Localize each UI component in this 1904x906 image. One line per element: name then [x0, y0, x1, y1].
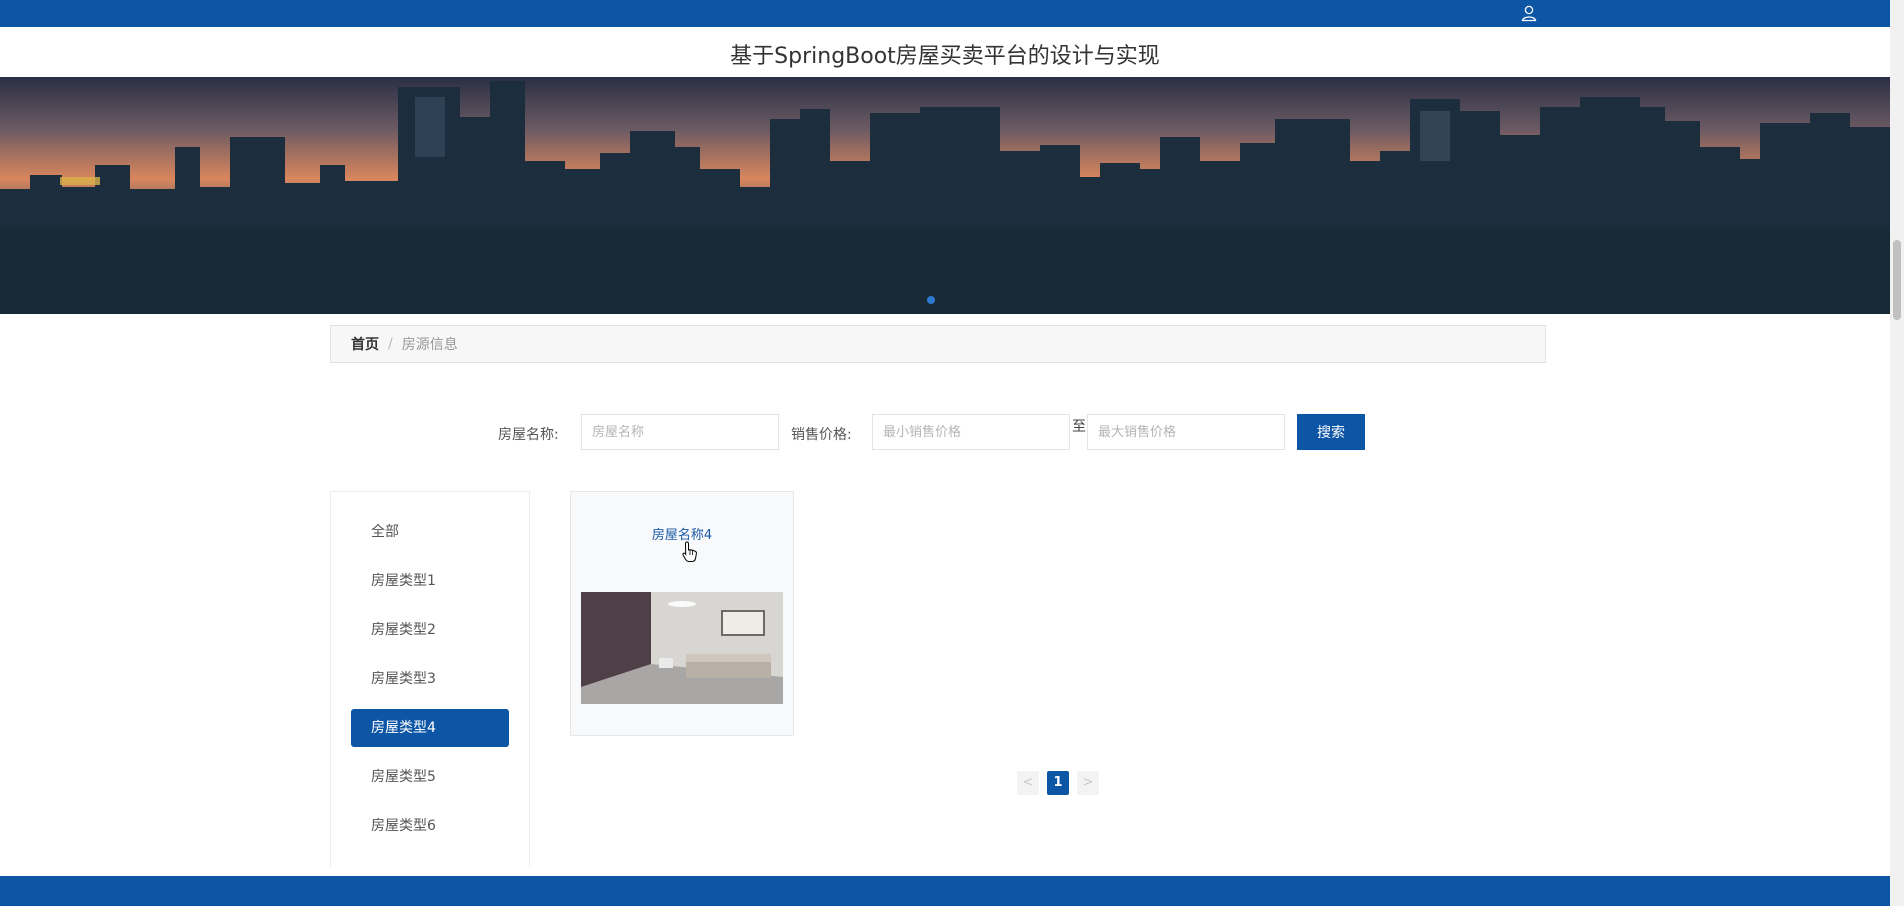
house-name-label: 房屋名称: — [498, 427, 559, 443]
price-range-to: 至 — [1072, 419, 1086, 435]
house-name-input[interactable] — [581, 414, 779, 450]
pagination-page-1[interactable]: 1 — [1047, 771, 1069, 795]
search-button[interactable]: 搜索 — [1297, 414, 1365, 450]
page-scrollbar[interactable] — [1890, 0, 1904, 906]
footer-bar — [0, 876, 1890, 906]
category-item-type2[interactable]: 房屋类型2 — [351, 611, 509, 649]
top-bar — [0, 0, 1890, 27]
listing-card[interactable]: 房屋名称4 — [570, 491, 794, 736]
site-title: 基于SpringBoot房屋买卖平台的设计与实现 — [730, 44, 1160, 69]
scrollbar-thumb[interactable] — [1893, 240, 1901, 320]
category-item-all[interactable]: 全部 — [351, 513, 509, 551]
search-bar: 房屋名称: 销售价格: 至 搜索 — [0, 414, 1890, 450]
category-item-type3[interactable]: 房屋类型3 — [351, 660, 509, 698]
hand-cursor-icon — [682, 541, 698, 567]
banner-carousel[interactable] — [0, 77, 1890, 314]
breadcrumb-separator: / — [388, 336, 393, 352]
category-item-type5[interactable]: 房屋类型5 — [351, 758, 509, 796]
category-item-type6[interactable]: 房屋类型6 — [351, 807, 509, 845]
site-header: 基于SpringBoot房屋买卖平台的设计与实现 — [0, 27, 1890, 77]
breadcrumb-current: 房源信息 — [401, 337, 458, 353]
city-skyline-image — [0, 81, 1890, 314]
listing-image[interactable] — [581, 592, 783, 704]
breadcrumb: 首页 / 房源信息 — [330, 325, 1546, 363]
min-price-input[interactable] — [872, 414, 1070, 450]
pagination-prev-button[interactable]: < — [1017, 771, 1039, 795]
price-label: 销售价格: — [791, 427, 852, 443]
category-sidebar: 全部 房屋类型1 房屋类型2 房屋类型3 房屋类型4 房屋类型5 房屋类型6 — [330, 491, 530, 867]
pagination-next-button[interactable]: > — [1077, 771, 1099, 795]
category-item-type1[interactable]: 房屋类型1 — [351, 562, 509, 600]
user-icon[interactable] — [1520, 4, 1538, 22]
max-price-input[interactable] — [1087, 414, 1285, 450]
category-item-type4[interactable]: 房屋类型4 — [351, 709, 509, 747]
breadcrumb-home[interactable]: 首页 — [351, 334, 379, 354]
